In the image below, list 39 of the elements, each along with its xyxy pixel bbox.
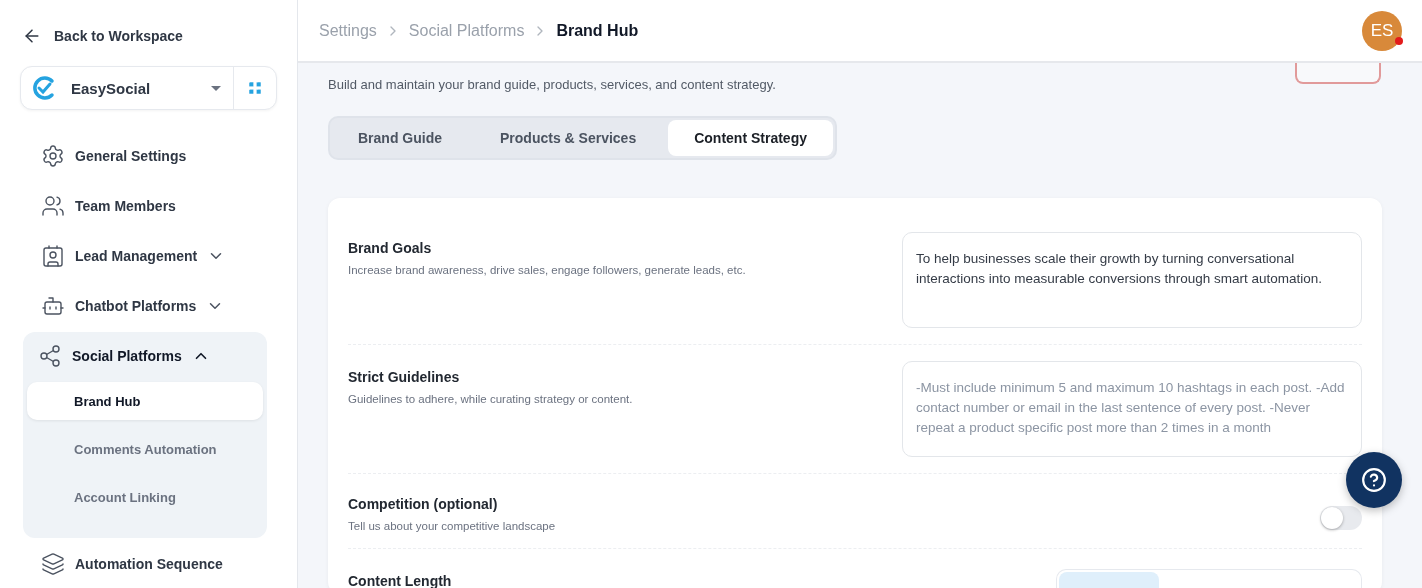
- breadcrumb-link[interactable]: Brand Hub: [556, 21, 639, 40]
- segmented-control[interactable]: [1056, 569, 1362, 588]
- tab[interactable]: Products & Services: [474, 120, 663, 156]
- sidebar-item[interactable]: Team Members: [23, 182, 192, 230]
- field-label: Content Length: [348, 573, 452, 588]
- field-hint: Increase brand awareness, drive sales, engage followers, generate leads, etc.: [348, 264, 746, 276]
- field-label: Competition (optional): [348, 496, 499, 512]
- field-hint: Guidelines to adhere, while curating strategy or content.: [348, 393, 633, 405]
- layers-icon: [41, 552, 65, 576]
- workspace-select[interactable]: EasySocial: [21, 67, 234, 109]
- logo-icon: [31, 75, 57, 101]
- grid-icon: [247, 80, 263, 96]
- sidebar-item[interactable]: Lead Management: [23, 232, 242, 280]
- gear-icon: [41, 144, 65, 168]
- sidebar-subitem[interactable]: Account Linking: [27, 478, 263, 516]
- help-button[interactable]: [1346, 452, 1402, 508]
- share-icon: [38, 344, 62, 368]
- sidebar-subitem[interactable]: Comments Automation: [27, 430, 263, 468]
- help-icon: [1361, 467, 1387, 493]
- field-label: Brand Goals: [348, 240, 433, 256]
- back-link[interactable]: Back to Workspace: [20, 26, 277, 46]
- sidebar-subitem[interactable]: Brand Hub: [27, 382, 263, 420]
- toggle-switch[interactable]: [1320, 506, 1362, 530]
- people-icon: [41, 194, 65, 218]
- field-hint: Tell us about your competitive landscape: [348, 520, 556, 532]
- tab[interactable]: Content Strategy: [668, 120, 833, 156]
- sidebar-item[interactable]: Automation Sequence: [23, 540, 239, 588]
- tab[interactable]: Brand Guide: [332, 120, 468, 156]
- caret-icon: [211, 85, 221, 91]
- page-subtitle: Build and maintain your brand guide, products, services, and content strategy.: [328, 77, 777, 92]
- sidebar-item[interactable]: Chatbot Platforms: [23, 282, 241, 330]
- sidebar-item[interactable]: General Settings: [23, 132, 203, 180]
- robot-icon: [41, 294, 65, 318]
- field-label: Strict Guidelines: [348, 369, 461, 385]
- text-area[interactable]: To help businesses scale their growth by turning conversational interactions into measurable conversions through smart automation.: [902, 232, 1362, 328]
- id-card-icon: [41, 244, 65, 268]
- sidebar-item[interactable]: Social Platforms: [23, 332, 226, 380]
- outlined-button[interactable]: [1295, 63, 1381, 84]
- text-area[interactable]: -Must include minimum 5 and maximum 10 hashtags in each post. -Add contact number or email in the last sentence of every post. -Never repeat a product specific post more than 2 times in a month: [902, 361, 1362, 457]
